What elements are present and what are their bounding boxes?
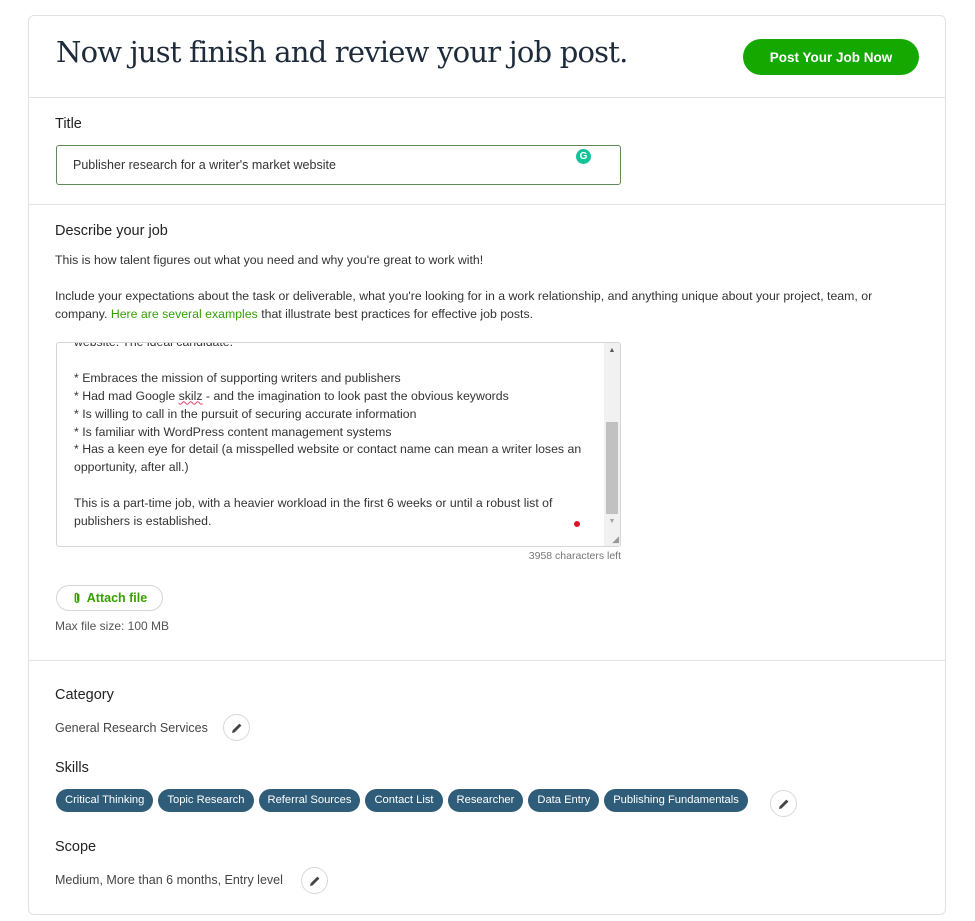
skill-chip: Publishing Fundamentals — [604, 789, 748, 812]
description-label: Describe your job — [55, 223, 168, 239]
help-text-after: that illustrate best practices for effec… — [261, 307, 534, 321]
pencil-icon — [231, 723, 241, 733]
characters-left: 3958 characters left — [528, 550, 621, 562]
skill-chip: Critical Thinking — [56, 789, 154, 812]
skill-chip: Referral Sources — [258, 789, 361, 812]
skill-chip: Topic Research — [158, 789, 254, 812]
skill-chip: Data Entry — [528, 789, 600, 812]
pencil-icon — [309, 876, 319, 886]
category-value: General Research Services — [55, 721, 208, 735]
title-section: Title G — [29, 98, 945, 205]
scroll-down-arrow-icon[interactable]: ▼ — [604, 514, 620, 530]
examples-link[interactable]: Here are several examples — [111, 307, 258, 321]
paperclip-icon — [74, 592, 80, 603]
page-title: Now just finish and review your job post… — [56, 35, 628, 69]
edit-category-button[interactable] — [223, 714, 250, 741]
edit-scope-button[interactable] — [301, 867, 328, 894]
attach-file-label: Attach file — [86, 591, 148, 605]
scope-value: Medium, More than 6 months, Entry level — [55, 873, 283, 887]
title-label: Title — [55, 116, 82, 132]
category-label: Category — [55, 687, 114, 703]
description-textarea[interactable]: website. The ideal candidate: * Embraces… — [56, 342, 621, 547]
description-help-2: Include your expectations about the task… — [55, 287, 920, 323]
scroll-up-arrow-icon[interactable]: ▲ — [604, 343, 620, 359]
attach-file-button[interactable]: Attach file — [56, 585, 163, 611]
grammarly-icon[interactable]: G — [576, 149, 591, 164]
edit-skills-button[interactable] — [770, 790, 797, 817]
max-file-size: Max file size: 100 MB — [55, 619, 170, 633]
title-input[interactable] — [56, 145, 621, 185]
description-section: Describe your job This is how talent fig… — [29, 205, 945, 661]
grammarly-indicator-icon[interactable] — [574, 521, 580, 527]
description-help-1: This is how talent figures out what you … — [55, 253, 484, 267]
description-text: website. The ideal candidate: * Embraces… — [74, 342, 585, 529]
details-section: Category General Research Services Skill… — [29, 661, 945, 921]
skills-list: Critical Thinking Topic Research Referra… — [56, 789, 748, 812]
pencil-icon — [778, 799, 788, 809]
resize-grip-icon[interactable]: ◢ — [607, 533, 619, 545]
skills-label: Skills — [55, 760, 89, 776]
page-header: Now just finish and review your job post… — [29, 16, 945, 98]
skill-chip: Contact List — [365, 789, 443, 812]
textarea-scrollbar[interactable]: ▲ ▼ — [604, 343, 620, 546]
job-post-card: Now just finish and review your job post… — [28, 15, 946, 915]
misspelled-word: skilz — [178, 388, 203, 403]
post-job-button[interactable]: Post Your Job Now — [743, 39, 919, 75]
scroll-thumb[interactable] — [606, 422, 618, 514]
scope-label: Scope — [55, 839, 97, 855]
skill-chip: Researcher — [447, 789, 524, 812]
